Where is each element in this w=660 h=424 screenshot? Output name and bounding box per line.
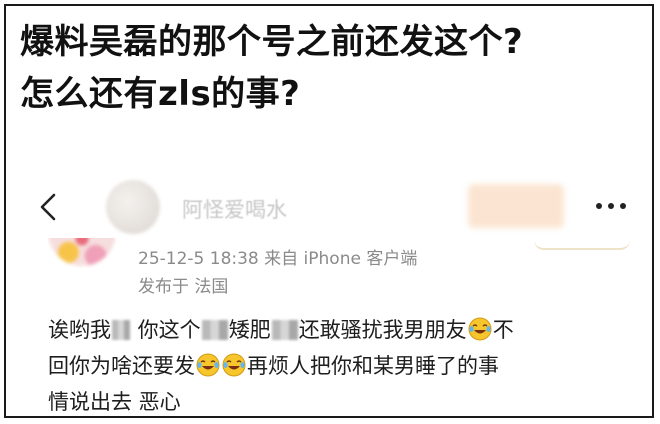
weibo-post-card: 阿怪爱喝水 25-12-5 18:38 来自 iPhone 客户端 发布于 法国…	[6, 166, 652, 416]
poster-avatar[interactable]	[48, 238, 116, 268]
laugh-cry-emoji-icon	[222, 353, 246, 377]
content-line-1: 诶哟我 你这个 矮肥 还敢骚扰我男朋友 不	[48, 312, 638, 348]
content-text: 你这个	[131, 318, 201, 342]
headline-line-2: 怎么还有zls的事?	[20, 74, 301, 114]
content-text: 回你为啥还要发	[48, 354, 195, 378]
censor-mosaic	[112, 320, 130, 340]
screenshot-frame: 爆料吴磊的那个号之前还发这个? 怎么还有zls的事? 阿怪爱喝水 25-12-5…	[4, 4, 654, 418]
content-text: 矮肥	[228, 318, 271, 342]
author-avatar[interactable]	[106, 180, 160, 234]
poster-avatar-image	[48, 238, 116, 266]
content-line-3: 情说出去 恶心	[48, 390, 181, 414]
content-text: 再烦人把你和某男睡了的事	[247, 354, 499, 378]
back-button[interactable]	[36, 192, 60, 222]
post-source: 来自 iPhone 客户端	[264, 249, 418, 269]
censor-mosaic	[201, 320, 228, 340]
headline: 爆料吴磊的那个号之前还发这个? 怎么还有zls的事?	[20, 16, 650, 120]
more-options-button[interactable]	[592, 196, 632, 216]
laugh-cry-emoji-icon	[196, 353, 220, 377]
post-content: 诶哟我 你这个 矮肥 还敢骚扰我男朋友 不 回你为啥还要发 再烦人把你和某男睡了的事 情…	[48, 312, 638, 416]
content-text: 诶哟我	[48, 318, 111, 342]
post-meta-line: 25-12-5 18:38 来自 iPhone 客户端	[138, 244, 417, 269]
content-text: 不	[492, 318, 514, 342]
content-text: 还敢骚扰我男朋友	[298, 318, 467, 342]
post-location: 发布于 法国	[138, 277, 229, 297]
post-datetime: 25-12-5 18:38	[138, 249, 259, 269]
content-line-2: 回你为啥还要发 再烦人把你和某男睡了的事	[48, 348, 638, 384]
author-username[interactable]: 阿怪爱喝水	[182, 194, 287, 224]
laugh-cry-emoji-icon	[468, 317, 492, 341]
headline-line-1: 爆料吴磊的那个号之前还发这个?	[20, 22, 524, 62]
chevron-left-icon	[40, 193, 56, 221]
blurred-follow-badge	[468, 184, 564, 228]
decorative-divider	[534, 230, 630, 250]
censor-mosaic	[271, 320, 298, 340]
more-horizontal-icon	[596, 203, 626, 209]
